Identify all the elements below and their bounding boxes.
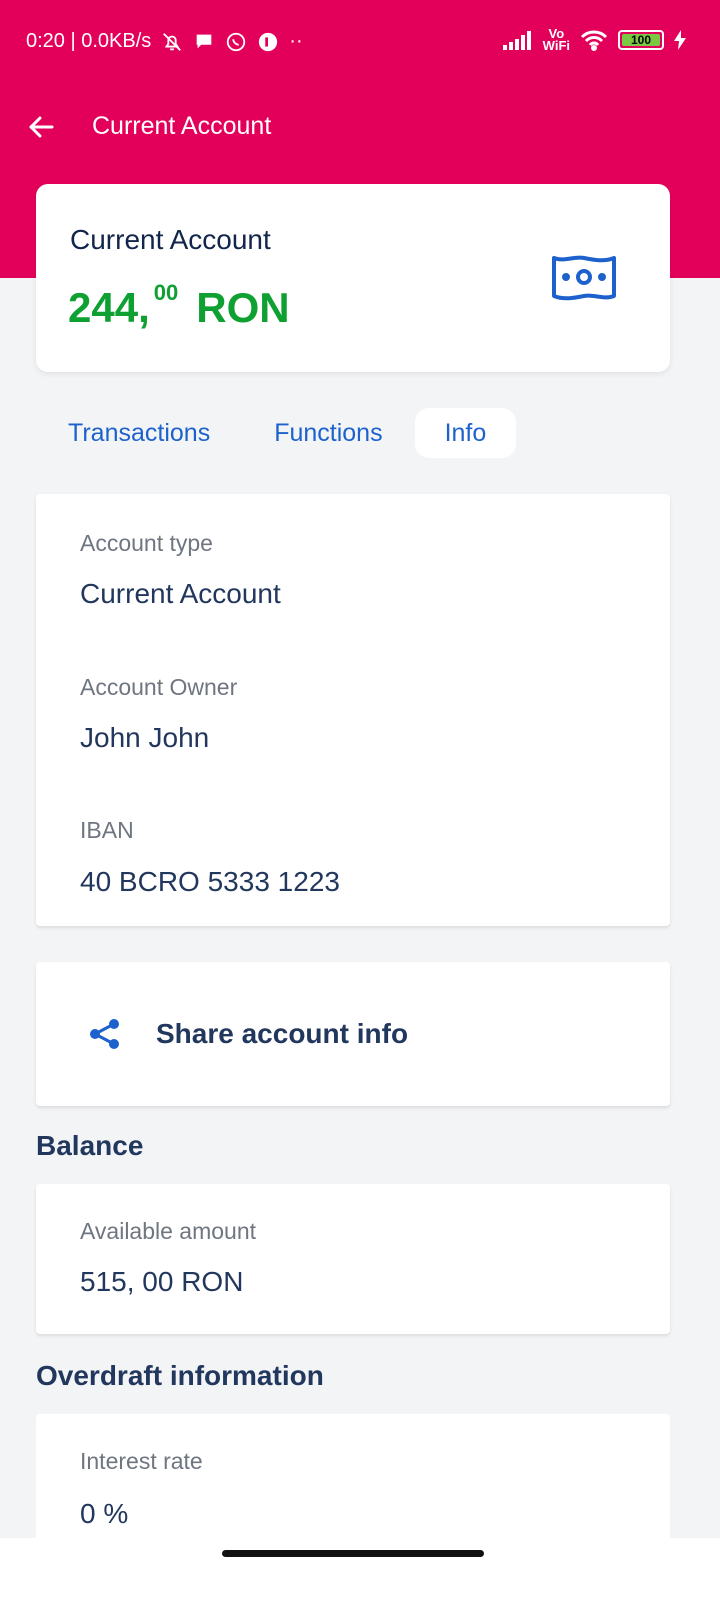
more-notifications: ·· (289, 30, 303, 52)
status-time-speed: 0:20 | 0.0KB/s (26, 30, 152, 52)
battery-level: 100 (630, 33, 652, 47)
iban-label: IBAN (80, 817, 134, 843)
balance-card: Available amount 515, 00 RON (36, 1184, 670, 1334)
notification-icons: ·· (161, 30, 303, 53)
wifi-icon (580, 30, 608, 51)
tab-transactions[interactable]: Transactions (36, 408, 242, 458)
balance-currency: RON (196, 284, 290, 331)
account-owner-label: Account Owner (80, 674, 238, 700)
account-owner-value: John John (80, 722, 210, 753)
overdraft-card: Interest rate 0 % (36, 1414, 670, 1544)
account-type-value: Current Account (80, 578, 281, 609)
status-right: Vo WiFi 100 (502, 27, 686, 53)
share-account-info-button[interactable]: Share account info (36, 962, 670, 1106)
vowifi-indicator: Vo WiFi (542, 27, 570, 53)
chat-bubble-icon (196, 34, 212, 48)
balance-decimals: 00 (153, 280, 179, 305)
balance-integer: 244, (68, 284, 150, 331)
interest-rate-label: Interest rate (80, 1448, 203, 1474)
iban-value: 40 BCRO 5333 1223 (80, 866, 340, 897)
navigation-bar (0, 1538, 720, 1600)
share-icon (90, 1019, 119, 1049)
account-type-label: Account type (80, 530, 213, 556)
status-bar: 0:20 | 0.0KB/s ·· Vo WiFi 100 (0, 0, 720, 88)
charging-bolt-icon (674, 30, 686, 50)
available-amount-value: 515, 00 RON (80, 1266, 244, 1297)
overdraft-section-title: Overdraft information (36, 1360, 324, 1391)
signal-icon (502, 31, 531, 50)
available-amount-label: Available amount (80, 1218, 257, 1244)
account-balance: 244, 00 RON (68, 280, 290, 332)
whatsapp-icon (227, 32, 246, 51)
home-indicator[interactable] (222, 1550, 484, 1557)
page-title: Current Account (92, 112, 272, 140)
tab-functions[interactable]: Functions (242, 408, 414, 458)
account-summary-card: Current Account 244, 00 RON (36, 184, 670, 372)
status-left: 0:20 | 0.0KB/s ·· (26, 30, 303, 53)
banknote-icon (552, 255, 616, 301)
back-arrow-icon[interactable] (26, 112, 56, 142)
interest-rate-value: 0 % (80, 1498, 129, 1529)
battery-icon: 100 (618, 30, 664, 50)
bell-off-icon (163, 32, 182, 51)
tab-info[interactable]: Info (414, 408, 517, 458)
app-icon (259, 32, 278, 51)
balance-section-title: Balance (36, 1130, 144, 1161)
vowifi-bottom: WiFi (542, 38, 570, 53)
account-info-card: Account type Current Account Account Own… (36, 494, 670, 926)
tab-bar: Transactions Functions Info (36, 408, 517, 460)
account-card-title: Current Account (70, 224, 271, 255)
top-app-bar: Current Account (0, 100, 720, 156)
share-label: Share account info (156, 1018, 409, 1049)
